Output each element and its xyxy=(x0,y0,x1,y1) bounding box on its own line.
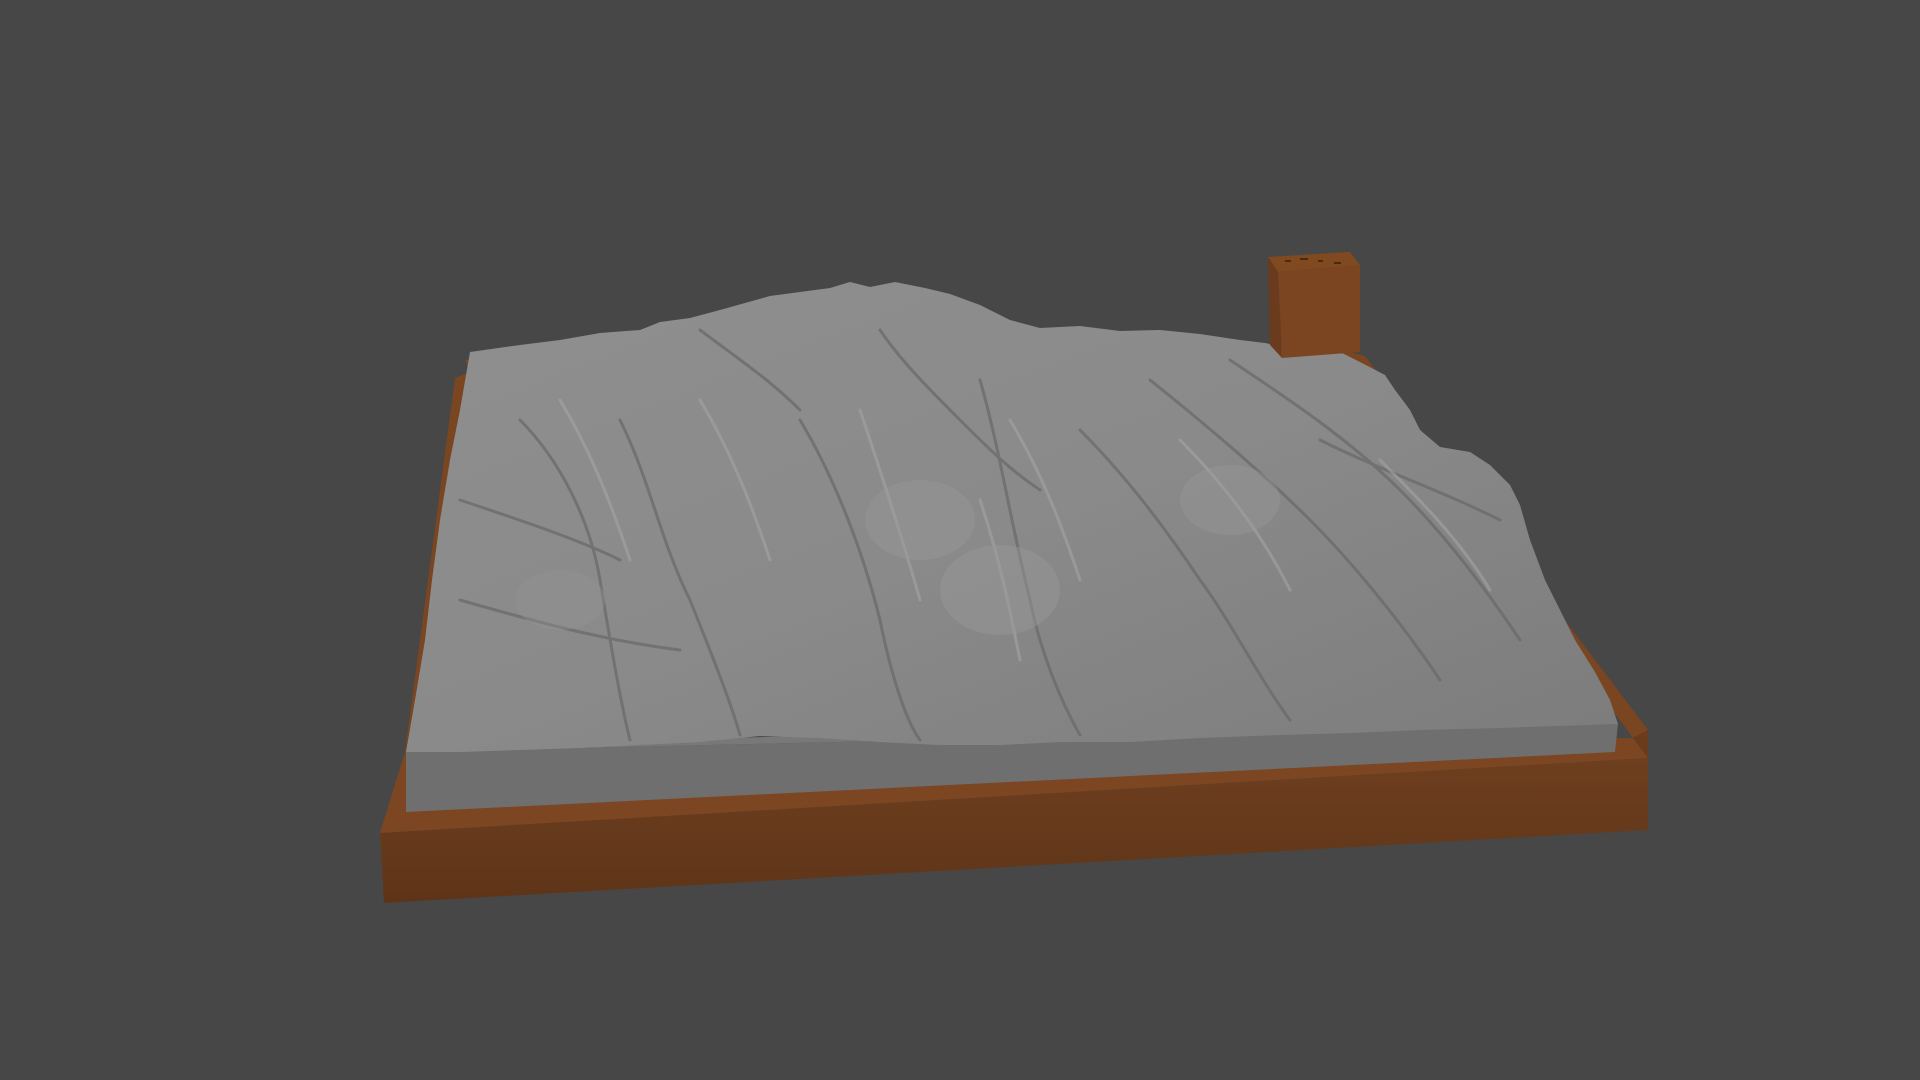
terrain-relief-model[interactable] xyxy=(406,282,1618,752)
scene-render xyxy=(380,252,1648,903)
3d-viewport[interactable] xyxy=(0,0,1920,1080)
label-block[interactable] xyxy=(1268,252,1360,358)
